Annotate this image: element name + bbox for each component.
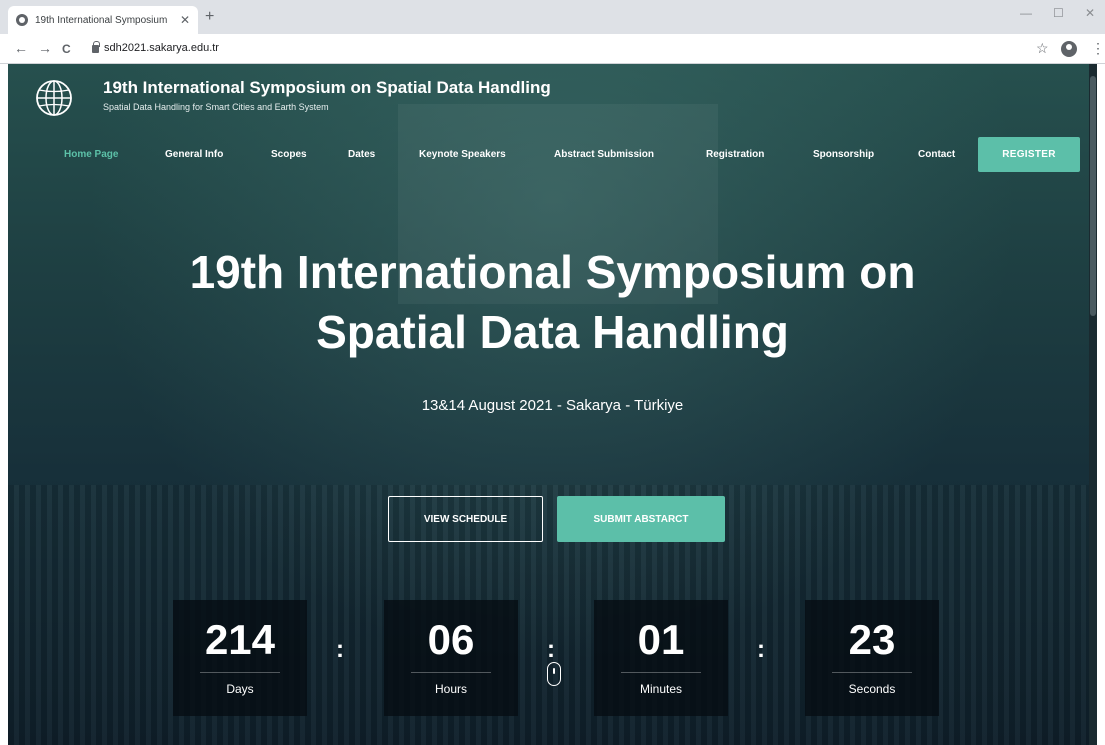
nav-contact[interactable]: Contact (918, 149, 955, 160)
page-hero: 19th International Symposium on Spatial … (8, 64, 1097, 745)
scroll-mouse-icon[interactable] (547, 662, 561, 686)
tab-title: 19th International Symposium (35, 14, 168, 26)
nav-scopes[interactable]: Scopes (271, 149, 307, 160)
nav-general-info[interactable]: General Info (165, 149, 223, 160)
hero-title: 19th International Symposium on Spatial … (8, 242, 1097, 362)
nav-abstract-submission[interactable]: Abstract Submission (554, 149, 654, 160)
nav-dates[interactable]: Dates (348, 149, 375, 160)
site-subtitle: Spatial Data Handling for Smart Cities a… (103, 102, 329, 112)
nav-home-page[interactable]: Home Page (64, 149, 118, 160)
minimize-icon[interactable]: — (1020, 6, 1032, 20)
window-close-icon[interactable]: ✕ (1085, 6, 1095, 20)
maximize-icon[interactable]: ☐ (1053, 6, 1064, 20)
back-icon[interactable]: ← (14, 40, 28, 56)
countdown-days-label: Days (226, 682, 254, 696)
scrollbar-thumb[interactable] (1090, 76, 1096, 316)
event-date-location: 13&14 August 2021 - Sakarya - Türkiye (421, 397, 684, 414)
site-title[interactable]: 19th International Symposium on Spatial … (103, 78, 551, 98)
hero-title-line-2: Spatial Data Handling (316, 306, 789, 358)
countdown-divider (621, 672, 701, 673)
hero-title-line-1: 19th International Symposium on (189, 246, 916, 298)
countdown-minutes-label: Minutes (639, 682, 683, 696)
countdown-days-value: 214 (204, 616, 276, 663)
countdown-divider (832, 672, 912, 673)
lock-icon (92, 41, 100, 53)
countdown-divider (411, 672, 491, 673)
countdown-separator: : (336, 636, 344, 663)
submit-abstract-button[interactable]: SUBMIT ABSTARCT (557, 496, 725, 542)
nav-registration[interactable]: Registration (706, 149, 764, 160)
register-button[interactable]: REGISTER (978, 137, 1080, 172)
new-tab-icon[interactable]: + (205, 8, 214, 26)
view-schedule-button[interactable]: VIEW SCHEDULE (388, 496, 543, 542)
nav-keynote-speakers[interactable]: Keynote Speakers (419, 149, 506, 160)
page-scrollbar[interactable] (1089, 64, 1097, 745)
countdown-separator: : (757, 636, 765, 663)
browser-tab-bar: 19th International Symposium ✕ + — ☐ ✕ (0, 0, 1105, 34)
account-icon[interactable] (1061, 41, 1077, 57)
countdown-seconds-value: 23 (848, 616, 896, 663)
countdown-seconds: 23 Seconds (805, 600, 939, 716)
countdown-minutes: 01 Minutes (594, 600, 728, 716)
globe-logo-icon[interactable] (34, 78, 74, 118)
bookmark-star-icon[interactable]: ☆ (1036, 40, 1049, 57)
countdown-separator: : (547, 636, 555, 663)
countdown-hours-label: Hours (434, 682, 467, 696)
tab-close-icon[interactable]: ✕ (180, 13, 190, 27)
nav-sponsorship[interactable]: Sponsorship (813, 149, 874, 160)
countdown-divider (200, 672, 280, 673)
browser-toolbar: ← → C sdh2021.sakarya.edu.tr ☆ ⋮ (0, 34, 1105, 64)
countdown-seconds-label: Seconds (848, 682, 896, 696)
address-bar[interactable]: sdh2021.sakarya.edu.tr (104, 42, 219, 54)
countdown-hours: 06 Hours (384, 600, 518, 716)
countdown-minutes-value: 01 (637, 616, 685, 663)
forward-icon[interactable]: → (38, 40, 52, 56)
site-favicon-icon (16, 14, 28, 26)
browser-tab[interactable]: 19th International Symposium ✕ (8, 6, 198, 34)
browser-menu-icon[interactable]: ⋮ (1091, 40, 1105, 57)
reload-icon[interactable]: C (62, 42, 71, 56)
countdown-hours-value: 06 (427, 616, 475, 663)
countdown-days: 214 Days (173, 600, 307, 716)
